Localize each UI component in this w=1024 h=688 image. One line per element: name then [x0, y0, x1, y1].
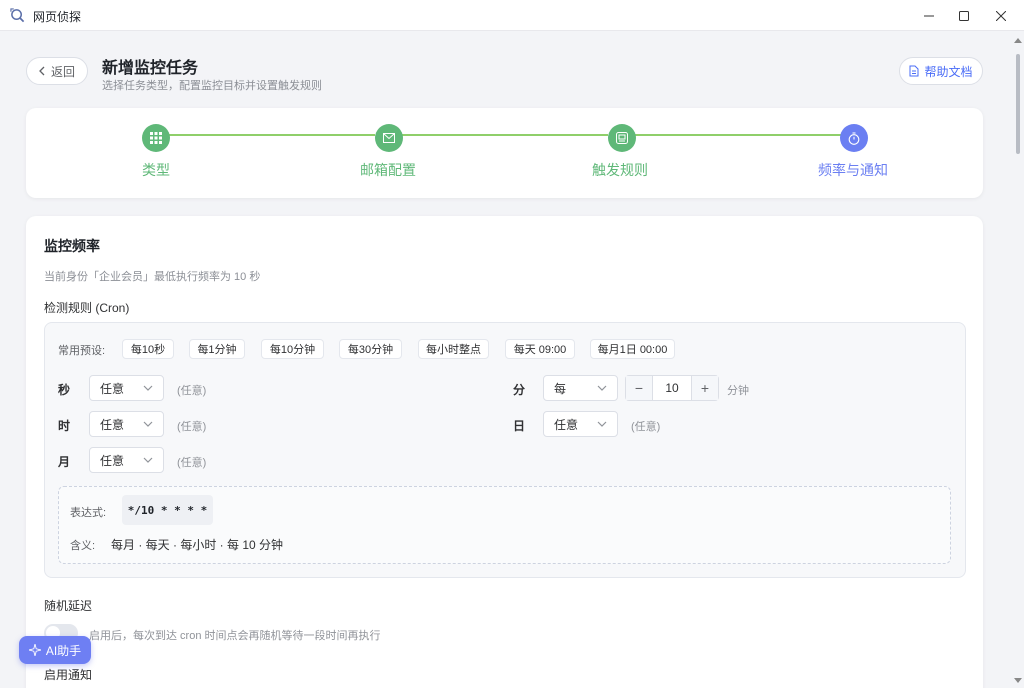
- ai-assistant-label: AI助手: [45, 643, 82, 658]
- mail-icon: [383, 133, 395, 143]
- preset-button[interactable]: 每1分钟: [189, 339, 245, 359]
- minimize-icon: [924, 15, 934, 16]
- hour-select[interactable]: 任意: [89, 411, 164, 437]
- step-1-dot[interactable]: [142, 124, 170, 152]
- step-4-label: 频率与通知: [818, 162, 888, 178]
- timer-icon: [848, 131, 860, 145]
- grid-icon: [150, 132, 162, 144]
- second-note: (任意): [177, 385, 207, 397]
- step-connector: [168, 134, 375, 136]
- step-4-dot[interactable]: [840, 124, 868, 152]
- document-icon: [909, 65, 919, 77]
- notify-title: 启用通知: [44, 668, 93, 682]
- help-docs-label: 帮助文档: [924, 64, 973, 79]
- minute-label: 分: [513, 383, 526, 397]
- second-label: 秒: [58, 383, 71, 397]
- preset-label: 常用预设:: [58, 345, 106, 357]
- steps-card: [26, 108, 983, 198]
- close-button[interactable]: [978, 0, 1024, 31]
- preset-button[interactable]: 每天 09:00: [505, 339, 575, 359]
- cron-label: 检测规则 (Cron): [44, 301, 130, 315]
- minute-select[interactable]: 每: [543, 375, 618, 401]
- chevron-down-icon: [597, 385, 607, 391]
- hour-select-value: 任意: [100, 417, 125, 432]
- scroll-down-arrow[interactable]: [1014, 678, 1022, 683]
- preset-button[interactable]: 每30分钟: [339, 339, 402, 359]
- step-3-dot[interactable]: [608, 124, 636, 152]
- step-2-dot[interactable]: [375, 124, 403, 152]
- chevron-down-icon: [143, 457, 153, 463]
- ai-assistant-button[interactable]: AI助手: [19, 636, 91, 664]
- scroll-up-arrow[interactable]: [1014, 38, 1022, 43]
- day-select-value: 任意: [554, 417, 579, 432]
- preset-button[interactable]: 每10分钟: [261, 339, 324, 359]
- sparkle-icon: [28, 644, 41, 656]
- back-label: 返回: [50, 64, 75, 79]
- preset-button[interactable]: 每月1日 00:00: [590, 339, 675, 359]
- second-select-value: 任意: [100, 381, 125, 396]
- chevron-down-icon: [143, 385, 153, 391]
- meaning-label: 含义:: [70, 540, 96, 552]
- second-select[interactable]: 任意: [89, 375, 164, 401]
- month-select-value: 任意: [100, 453, 125, 468]
- title-bar: 网页侦探: [0, 0, 1024, 31]
- chevron-down-icon: [143, 421, 153, 427]
- month-select[interactable]: 任意: [89, 447, 164, 473]
- frequency-hint: 当前身份「企业会员」最低执行频率为 10 秒: [44, 271, 261, 283]
- step-1-label: 类型: [142, 162, 170, 178]
- hour-note: (任意): [177, 421, 207, 433]
- maximize-icon: [959, 10, 969, 21]
- cron-expression: */10 * * * *: [122, 495, 213, 525]
- help-docs-button[interactable]: 帮助文档: [899, 57, 983, 85]
- month-label: 月: [58, 455, 71, 469]
- expression-label: 表达式:: [70, 507, 107, 519]
- step-2-label: 邮箱配置: [360, 162, 416, 178]
- minute-stepper[interactable]: − 10 +: [625, 375, 719, 401]
- page-subtitle: 选择任务类型，配置监控目标并设置触发规则: [102, 80, 322, 92]
- step-connector: [401, 134, 608, 136]
- step-connector: [634, 134, 841, 136]
- chevron-down-icon: [597, 421, 607, 427]
- chevron-left-icon: [39, 66, 45, 76]
- random-delay-title: 随机延迟: [44, 599, 93, 613]
- page-title: 新增监控任务: [102, 60, 199, 77]
- section-title: 监控频率: [44, 238, 100, 254]
- close-icon: [996, 10, 1006, 21]
- back-button[interactable]: 返回: [26, 57, 88, 85]
- rule-icon: [616, 132, 628, 144]
- month-note: (任意): [177, 457, 207, 469]
- day-select[interactable]: 任意: [543, 411, 618, 437]
- step-3-label: 触发规则: [592, 162, 648, 178]
- hour-label: 时: [58, 419, 71, 433]
- preset-button[interactable]: 每小时整点: [418, 339, 489, 359]
- preset-button[interactable]: 每10秒: [122, 339, 174, 359]
- decrement-button[interactable]: −: [626, 376, 652, 400]
- minute-step-value[interactable]: 10: [652, 376, 692, 400]
- increment-button[interactable]: +: [692, 376, 718, 400]
- minute-select-value: 每: [554, 381, 567, 396]
- app-title: 网页侦探: [33, 10, 82, 24]
- minute-unit: 分钟: [727, 385, 749, 397]
- magnifier-app-icon: [10, 8, 25, 23]
- scrollbar-thumb[interactable]: [1016, 54, 1020, 154]
- day-label: 日: [513, 419, 526, 433]
- random-delay-description: 启用后，每次到达 cron 时间点会再随机等待一段时间再执行: [89, 630, 381, 642]
- cron-meaning: 每月 · 每天 · 每小时 · 每 10 分钟: [111, 538, 284, 552]
- day-note: (任意): [631, 421, 661, 433]
